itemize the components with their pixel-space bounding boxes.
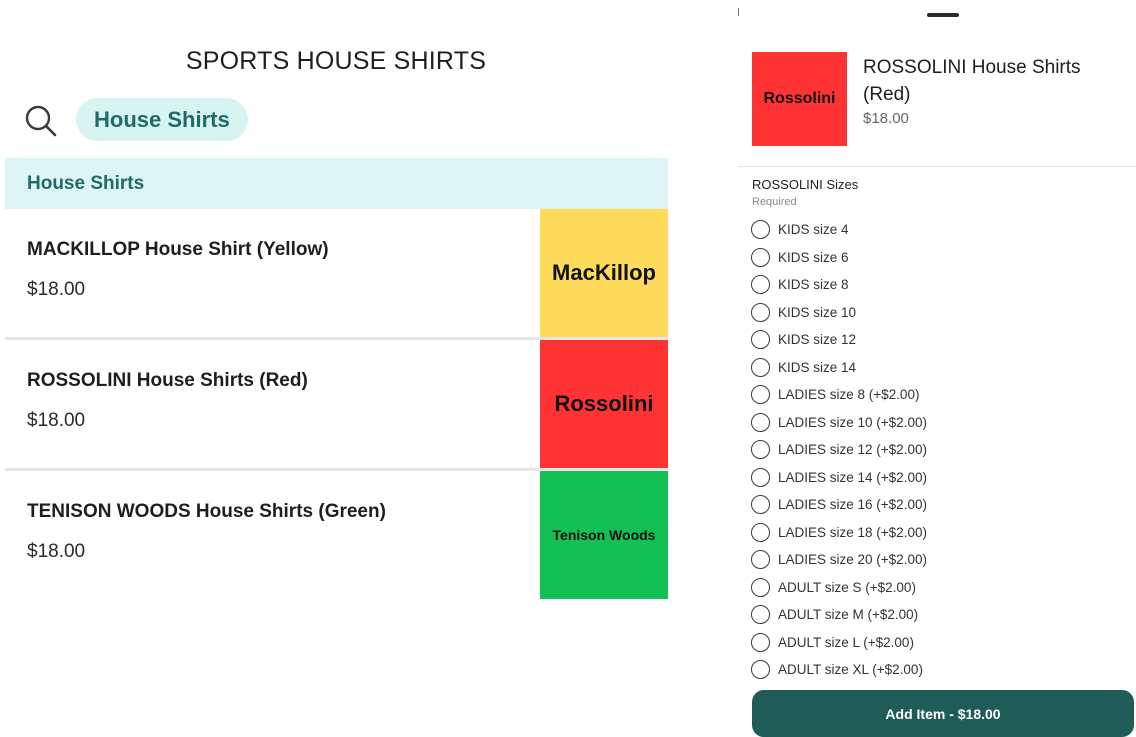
thumbnail-label: Rossolini	[763, 90, 836, 107]
product-thumbnail: Rossolini	[540, 340, 668, 468]
product-tenison-woods[interactable]: TENISON WOODS House Shirts (Green) $18.0…	[5, 471, 668, 599]
radio-icon[interactable]	[751, 275, 770, 295]
product-price: $18.00	[27, 410, 86, 431]
radio-icon[interactable]	[751, 330, 770, 350]
product-thumbnail: MacKillop	[540, 209, 668, 337]
thumbnail-label: Tenison Woods	[552, 527, 656, 543]
option-label: KIDS size 4	[778, 222, 849, 238]
radio-icon[interactable]	[751, 412, 770, 432]
radio-icon[interactable]	[751, 660, 770, 680]
size-option[interactable]: ADULT size S (+$2.00)	[751, 574, 1131, 602]
size-option[interactable]: LADIES size 20 (+$2.00)	[751, 546, 1131, 574]
product-name: MACKILLOP House Shirt (Yellow)	[27, 239, 329, 260]
options-group-title: ROSSOLINI Sizes	[752, 177, 859, 192]
product-price: $18.00	[27, 541, 86, 562]
size-option[interactable]: KIDS size 8	[751, 271, 1131, 299]
option-label: KIDS size 6	[778, 249, 849, 265]
size-option[interactable]: ADULT size L (+$2.00)	[751, 629, 1131, 657]
option-label: KIDS size 12	[778, 332, 857, 348]
item-thumbnail: Rossolini	[752, 52, 847, 146]
radio-icon[interactable]	[751, 357, 770, 377]
item-detail-sheet: Rossolini ROSSOLINI House Shirts (Red) $…	[738, 0, 1136, 737]
size-option[interactable]: LADIES size 10 (+$2.00)	[751, 409, 1131, 437]
radio-icon[interactable]	[751, 522, 770, 542]
required-label: Required	[752, 196, 797, 208]
size-option[interactable]: KIDS size 6	[751, 244, 1131, 272]
size-option[interactable]: KIDS size 4	[751, 216, 1131, 244]
product-rossolini[interactable]: ROSSOLINI House Shirts (Red) $18.00 Ross…	[5, 340, 668, 468]
size-option[interactable]: ADULT size M (+$2.00)	[751, 601, 1131, 629]
radio-icon[interactable]	[751, 440, 770, 460]
product-thumbnail: Tenison Woods	[540, 471, 668, 599]
radio-icon[interactable]	[751, 385, 770, 405]
radio-icon[interactable]	[751, 220, 770, 240]
add-item-button[interactable]: Add Item - $18.00	[752, 690, 1134, 737]
page-title: SPORTS HOUSE SHIRTS	[185, 47, 487, 75]
radio-icon[interactable]	[751, 302, 770, 322]
product-price: $18.00	[27, 279, 86, 300]
size-option[interactable]: KIDS size 10	[751, 299, 1131, 327]
option-label: LADIES size 18 (+$2.00)	[778, 524, 927, 540]
option-label: KIDS size 10	[778, 304, 857, 320]
size-option[interactable]: LADIES size 12 (+$2.00)	[751, 436, 1131, 464]
item-price: $18.00	[863, 110, 909, 127]
product-name: ROSSOLINI House Shirts (Red)	[27, 370, 308, 391]
thumbnail-label: Rossolini	[554, 391, 654, 416]
radio-icon[interactable]	[751, 550, 770, 570]
size-option[interactable]: KIDS size 14	[751, 354, 1131, 382]
option-label: ADULT size S (+$2.00)	[778, 579, 916, 595]
sheet-drag-handle[interactable]	[927, 13, 959, 17]
category-chip-house-shirts[interactable]: House Shirts	[76, 98, 248, 141]
option-label: LADIES size 20 (+$2.00)	[778, 552, 927, 568]
size-option[interactable]: LADIES size 16 (+$2.00)	[751, 491, 1131, 519]
sheet-corner-mark	[738, 8, 739, 16]
size-option[interactable]: KIDS size 12	[751, 326, 1131, 354]
option-label: ADULT size M (+$2.00)	[778, 607, 919, 623]
radio-icon[interactable]	[751, 632, 770, 652]
header-divider	[738, 166, 1136, 167]
option-label: LADIES size 12 (+$2.00)	[778, 442, 927, 458]
search-icon[interactable]	[24, 104, 58, 138]
radio-icon[interactable]	[751, 467, 770, 487]
option-label: LADIES size 8 (+$2.00)	[778, 387, 920, 403]
product-mackillop[interactable]: MACKILLOP House Shirt (Yellow) $18.00 Ma…	[5, 209, 668, 337]
radio-icon[interactable]	[751, 577, 770, 597]
option-label: KIDS size 14	[778, 359, 857, 375]
size-option[interactable]: LADIES size 14 (+$2.00)	[751, 464, 1131, 492]
section-header: House Shirts	[5, 158, 668, 209]
item-name: ROSSOLINI House Shirts (Red)	[863, 57, 1081, 105]
option-label: LADIES size 16 (+$2.00)	[778, 497, 927, 513]
size-option[interactable]: ADULT size XL (+$2.00)	[751, 656, 1131, 684]
size-option[interactable]: LADIES size 18 (+$2.00)	[751, 519, 1131, 547]
size-option[interactable]: LADIES size 8 (+$2.00)	[751, 381, 1131, 409]
option-label: LADIES size 10 (+$2.00)	[778, 414, 927, 430]
option-label: ADULT size XL (+$2.00)	[778, 662, 923, 678]
option-label: KIDS size 8	[778, 277, 849, 293]
menu-panel: SPORTS HOUSE SHIRTS House Shirts House S…	[0, 0, 672, 737]
option-label: LADIES size 14 (+$2.00)	[778, 469, 927, 485]
thumbnail-label: MacKillop	[552, 260, 656, 285]
option-label: ADULT size L (+$2.00)	[778, 634, 914, 650]
radio-icon[interactable]	[751, 605, 770, 625]
product-name: TENISON WOODS House Shirts (Green)	[27, 501, 386, 522]
radio-icon[interactable]	[751, 247, 770, 267]
size-options-list: KIDS size 4 KIDS size 6 KIDS size 8 KIDS…	[751, 216, 1131, 684]
radio-icon[interactable]	[751, 495, 770, 515]
